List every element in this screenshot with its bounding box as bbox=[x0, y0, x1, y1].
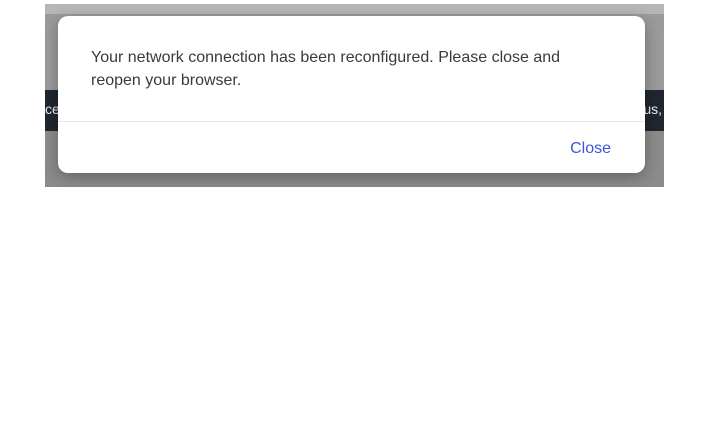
close-button[interactable]: Close bbox=[570, 137, 611, 161]
dialog-message: Your network connection has been reconfi… bbox=[91, 49, 561, 89]
network-reconfigured-dialog: Your network connection has been reconfi… bbox=[58, 16, 645, 173]
dialog-divider bbox=[58, 121, 645, 122]
screenshot-root: ce us, Your network connection has been … bbox=[0, 0, 704, 423]
background-text-right: us, bbox=[643, 101, 662, 117]
background-top-bar bbox=[45, 4, 664, 14]
